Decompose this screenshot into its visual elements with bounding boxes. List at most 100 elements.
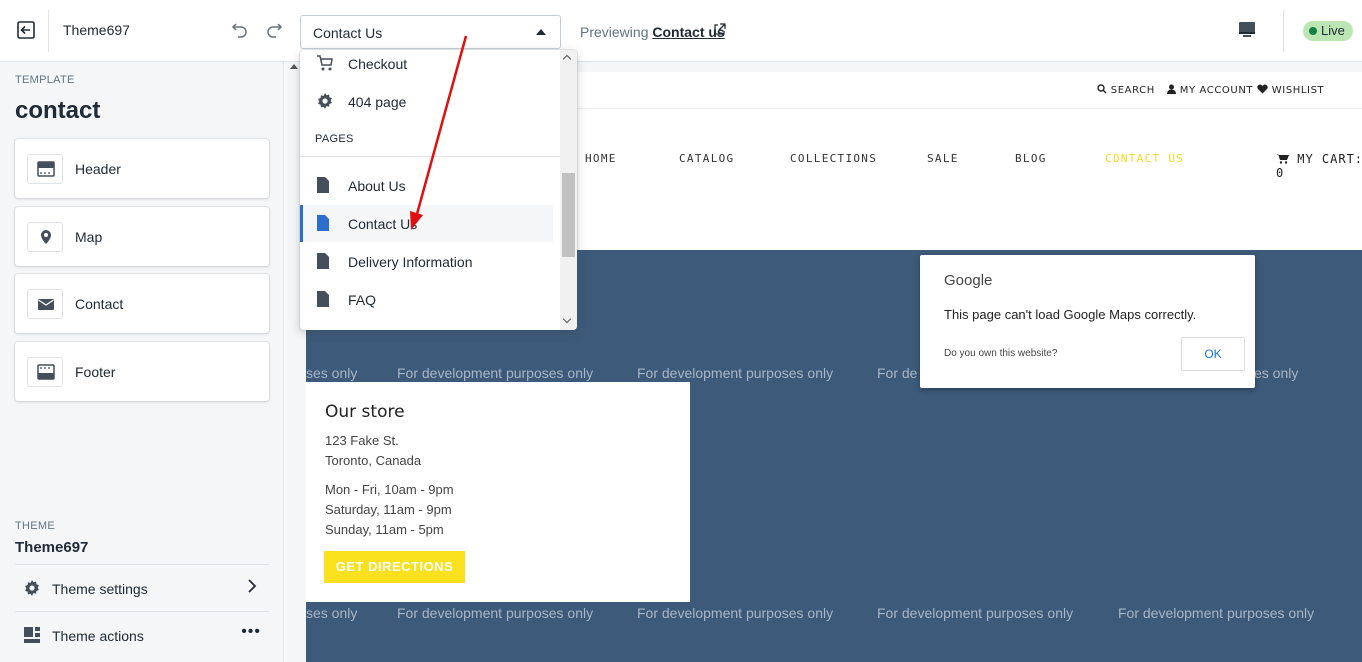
search-link[interactable]: SEARCH	[1097, 84, 1155, 96]
theme-label: THEME	[15, 520, 55, 532]
wishlist-link[interactable]: WISHLIST	[1257, 84, 1324, 96]
caret-up-icon	[536, 29, 546, 35]
external-link-icon[interactable]	[713, 23, 726, 36]
store-hours-line: Sunday, 11am - 5pm	[325, 522, 444, 537]
divider	[48, 10, 49, 52]
header-icon-box	[27, 154, 63, 184]
map-watermark: For development purposes only	[637, 605, 834, 621]
exit-icon[interactable]	[16, 20, 36, 40]
nav-home[interactable]: HOME	[585, 152, 617, 165]
account-label: MY ACCOUNT	[1179, 85, 1254, 96]
map-watermark: ses only	[306, 605, 358, 621]
template-name: contact	[15, 97, 101, 124]
page-icon	[317, 215, 329, 231]
cart-label: MY CART: 0	[1276, 152, 1362, 180]
section-header[interactable]: Header	[15, 139, 269, 198]
scroll-down-icon[interactable]	[562, 314, 572, 324]
store-hours-line: Mon - Fri, 10am - 9pm	[325, 482, 454, 497]
dropdown-item-label: Contact Us	[348, 216, 418, 232]
sidebar: TEMPLATE contact Header Map Contact Foot…	[0, 62, 284, 662]
page-selector-value: Contact Us	[313, 25, 383, 41]
account-link[interactable]: MY ACCOUNT	[1167, 84, 1253, 96]
dropdown-item-label: Checkout	[348, 56, 408, 72]
ok-button[interactable]: OK	[1181, 337, 1245, 371]
previewing-prefix: Previewing	[580, 24, 649, 40]
pages-heading: PAGES	[315, 133, 354, 145]
redo-icon[interactable]	[264, 20, 284, 40]
map-pin-icon	[41, 230, 51, 244]
section-contact[interactable]: Contact	[15, 274, 269, 333]
undo-icon[interactable]	[230, 20, 250, 40]
theme-actions-icon	[24, 627, 40, 643]
scroll-up-icon[interactable]	[562, 54, 572, 64]
section-label: Map	[75, 229, 103, 245]
theme-actions-label: Theme actions	[52, 628, 144, 644]
more-options-icon[interactable]: •••	[241, 623, 261, 641]
dropdown-item-delivery-information[interactable]: Delivery Information	[300, 243, 553, 280]
search-icon	[1097, 84, 1107, 94]
wishlist-label: WISHLIST	[1271, 85, 1325, 96]
envelope-icon	[38, 299, 54, 310]
cart-link[interactable]: MY CART: 0	[1276, 152, 1362, 180]
cart-icon	[317, 55, 333, 71]
scroll-up-icon[interactable]	[290, 64, 298, 69]
cart-icon	[1276, 154, 1289, 164]
dropdown-item-checkout[interactable]: Checkout	[300, 50, 553, 82]
footer-icon-box	[27, 357, 63, 387]
dropdown-item-contact-us[interactable]: Contact Us	[300, 205, 553, 242]
live-badge-label: Live	[1321, 23, 1345, 38]
nav-collections[interactable]: COLLECTIONS	[790, 152, 877, 165]
store-hours-line: Saturday, 11am - 9pm	[325, 502, 452, 517]
user-icon	[1167, 84, 1176, 94]
live-badge: Live	[1303, 21, 1353, 41]
map-watermark: For development purposes only	[877, 605, 1074, 621]
section-label: Header	[75, 161, 121, 177]
nav-blog[interactable]: BLOG	[1015, 152, 1047, 165]
gear-icon	[25, 580, 39, 596]
section-label: Contact	[75, 296, 124, 312]
map-watermark: For development purposes only	[397, 365, 594, 381]
dropdown-item-about-us[interactable]: About Us	[300, 167, 553, 204]
theme-settings-row[interactable]: Theme settings	[15, 564, 269, 610]
dropdown-item-label: 404 page	[348, 94, 407, 110]
page-icon	[317, 177, 329, 193]
live-dot-icon	[1309, 27, 1317, 35]
dropdown-scrollbar[interactable]	[560, 50, 577, 330]
envelope-icon-box	[27, 289, 63, 319]
theme-actions-row[interactable]: Theme actions •••	[15, 611, 269, 657]
divider	[1283, 10, 1284, 52]
desktop-monitor-icon[interactable]	[1238, 20, 1256, 40]
section-map[interactable]: Map	[15, 207, 269, 266]
header-icon	[37, 161, 55, 177]
gear-icon	[318, 93, 332, 109]
dropdown-item-label: About Us	[348, 178, 406, 194]
footer-icon	[37, 364, 55, 380]
theme-name: Theme697	[63, 22, 130, 38]
editor-topbar: Theme697 Contact Us Previewing Contact u…	[0, 0, 1362, 62]
map-watermark: es only	[1254, 365, 1299, 381]
store-heading: Our store	[325, 402, 405, 422]
heart-icon	[1257, 84, 1268, 94]
nav-catalog[interactable]: CATALOG	[679, 152, 734, 165]
get-directions-button[interactable]: GET DIRECTIONS	[324, 551, 465, 583]
store-address-line: Toronto, Canada	[325, 453, 422, 468]
page-selector[interactable]: Contact Us	[300, 15, 561, 49]
map-watermark: ses only	[306, 365, 358, 381]
store-address-line: 123 Fake St.	[325, 433, 399, 448]
template-label: TEMPLATE	[15, 74, 75, 86]
chevron-right-icon	[248, 579, 257, 593]
nav-sale[interactable]: SALE	[927, 152, 959, 165]
own-website-question: Do you own this website?	[944, 348, 1058, 359]
map-watermark: For de	[877, 365, 918, 381]
map-watermark: For development purposes only	[1118, 605, 1315, 621]
nav-contact-us[interactable]: CONTACT US	[1105, 152, 1184, 165]
divider	[300, 156, 560, 157]
dropdown-item-404[interactable]: 404 page	[300, 83, 553, 120]
theme-settings-label: Theme settings	[52, 581, 148, 597]
section-footer[interactable]: Footer	[15, 342, 269, 401]
page-icon	[317, 253, 329, 269]
maps-error-message: This page can't load Google Maps correct…	[944, 307, 1197, 322]
scroll-thumb[interactable]	[562, 173, 575, 257]
dropdown-item-faq[interactable]: FAQ	[300, 281, 553, 318]
map-watermark: For development purposes only	[637, 365, 834, 381]
